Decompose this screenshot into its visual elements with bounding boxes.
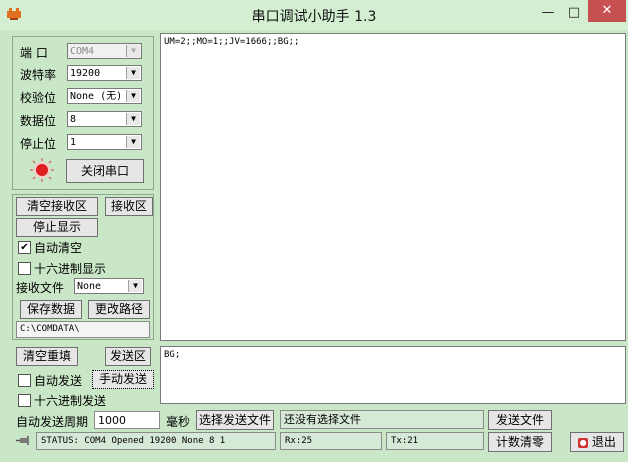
clear-send-button[interactable]: 清空重填 <box>16 347 78 366</box>
status-text: STATUS: COM4 Opened 19200 None 8 1 <box>36 432 276 450</box>
chevron-down-icon: ▼ <box>126 136 140 148</box>
manual-send-button[interactable]: 手动发送 <box>92 370 154 389</box>
port-label: 端 口 <box>20 46 48 60</box>
parity-value: None (无) <box>70 91 123 102</box>
chevron-down-icon: ▼ <box>128 280 142 292</box>
parity-select[interactable]: None (无) ▼ <box>67 88 142 104</box>
send-file-status: 还没有选择文件 <box>280 410 484 429</box>
port-status-led-icon <box>36 164 48 176</box>
close-port-button[interactable]: 关闭串口 <box>66 159 144 183</box>
clear-receive-button[interactable]: 清空接收区 <box>16 197 98 216</box>
tx-count: Tx:21 <box>386 432 484 450</box>
auto-send-label: 自动发送 <box>34 374 83 388</box>
window-title: 串口调试小助手 1.3 <box>251 9 377 25</box>
exit-icon: ● <box>578 437 589 448</box>
pin-icon <box>16 436 29 445</box>
databits-value: 8 <box>70 114 77 125</box>
chevron-down-icon: ▼ <box>126 90 140 102</box>
databits-select[interactable]: 8 ▼ <box>67 111 142 127</box>
exit-label: 退出 <box>591 435 616 449</box>
auto-clear-label: 自动清空 <box>34 241 83 255</box>
stop-display-button[interactable]: 停止显示 <box>16 218 98 237</box>
send-text-area[interactable]: BG; <box>160 346 626 404</box>
maximize-button[interactable]: □ <box>563 4 585 22</box>
hex-send-checkbox[interactable] <box>18 394 31 407</box>
baud-select[interactable]: 19200 ▼ <box>67 65 142 81</box>
chevron-down-icon: ▼ <box>126 67 140 79</box>
title-bar: 串口调试小助手 1.3 — □ ✕ <box>0 0 628 30</box>
select-send-file-button[interactable]: 选择发送文件 <box>196 410 274 430</box>
exit-button[interactable]: ● 退出 <box>570 432 624 452</box>
minimize-button[interactable]: — <box>537 4 559 22</box>
save-data-button[interactable]: 保存数据 <box>20 300 82 319</box>
receive-file-label: 接收文件 <box>16 281 65 295</box>
clear-count-button[interactable]: 计数清零 <box>488 432 552 452</box>
auto-send-checkbox[interactable] <box>18 374 31 387</box>
send-area-button[interactable]: 发送区 <box>105 347 151 366</box>
auto-clear-checkbox[interactable]: ✔ <box>18 241 31 254</box>
stopbits-value: 1 <box>70 137 77 148</box>
receive-text-area[interactable]: UM=2;;MO=1;;JV=1666;;BG;; <box>160 33 626 341</box>
baud-value: 19200 <box>70 68 101 79</box>
chevron-down-icon: ▼ <box>126 45 140 57</box>
hex-display-checkbox[interactable] <box>18 262 31 275</box>
hex-send-label: 十六进制发送 <box>34 394 107 408</box>
stopbits-select[interactable]: 1 ▼ <box>67 134 142 150</box>
baud-label: 波特率 <box>20 68 57 82</box>
send-period-unit: 毫秒 <box>166 415 191 429</box>
stopbits-label: 停止位 <box>20 137 57 151</box>
app-window: 串口调试小助手 1.3 — □ ✕ 端 口 COM4 ▼ 波特率 19200 ▼… <box>0 0 628 462</box>
change-path-button[interactable]: 更改路径 <box>88 300 150 319</box>
send-period-label: 自动发送周期 <box>16 415 89 429</box>
receive-file-value: None <box>77 281 102 292</box>
port-value: COM4 <box>70 46 95 57</box>
hex-display-label: 十六进制显示 <box>34 262 107 276</box>
port-select[interactable]: COM4 ▼ <box>67 43 142 59</box>
rx-count: Rx:25 <box>280 432 382 450</box>
send-period-input[interactable]: 1000 <box>94 411 160 429</box>
send-file-button[interactable]: 发送文件 <box>488 410 552 430</box>
databits-label: 数据位 <box>20 114 57 128</box>
parity-label: 校验位 <box>20 91 57 105</box>
receive-file-select[interactable]: None ▼ <box>74 278 144 294</box>
chevron-down-icon: ▼ <box>126 113 140 125</box>
save-path-field: C:\COMDATA\ <box>16 321 150 338</box>
receive-area-button[interactable]: 接收区 <box>105 197 153 216</box>
close-button[interactable]: ✕ <box>588 0 626 22</box>
